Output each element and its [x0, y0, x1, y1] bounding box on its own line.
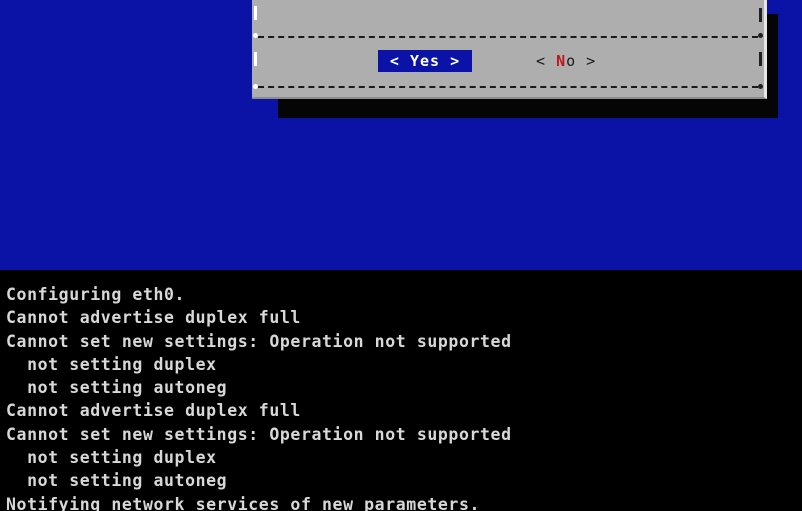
console-line: not setting autoneg [6, 471, 228, 491]
console-output: Configuring eth0. Cannot advertise duple… [6, 283, 512, 511]
yes-button-close-bracket: > [440, 52, 461, 70]
console-line: Configuring eth0. [6, 285, 186, 304]
no-button-hotkey: N [556, 52, 567, 70]
console-line: not setting autoneg [6, 378, 228, 398]
yes-button-label: Yes [409, 52, 441, 70]
dialog-border-left [254, 52, 257, 66]
dialog-border-right [759, 52, 762, 66]
dialog-corner [758, 33, 763, 38]
no-button-close-bracket: > [576, 52, 597, 70]
no-button-open-bracket: < [536, 52, 557, 70]
console-line: Notifying network services of new parame… [6, 494, 481, 511]
console-line: Cannot advertise duplex full [6, 308, 301, 328]
dialog-corner [758, 84, 763, 89]
console-line: not setting duplex [6, 354, 217, 374]
yes-button-open-bracket: < [389, 52, 410, 70]
dialog-separator [258, 86, 758, 88]
dialog-separator [258, 36, 758, 38]
dialog-border-left [254, 6, 257, 20]
yes-button[interactable]: < Yes > [378, 50, 472, 72]
confirm-dialog: < Yes > < No > [252, 0, 767, 99]
no-button-label-rest: o [566, 52, 577, 70]
console-line: Cannot set new settings: Operation not s… [6, 331, 512, 351]
terminal-screen: < Yes > < No > Configuring eth0. Cannot … [0, 0, 802, 511]
console-line: not setting duplex [6, 448, 217, 468]
console-line: Cannot advertise duplex full [6, 401, 301, 421]
console-line: Cannot set new settings: Operation not s… [6, 424, 512, 444]
no-button[interactable]: < No > [536, 50, 626, 72]
dialog-border-right [759, 8, 762, 22]
